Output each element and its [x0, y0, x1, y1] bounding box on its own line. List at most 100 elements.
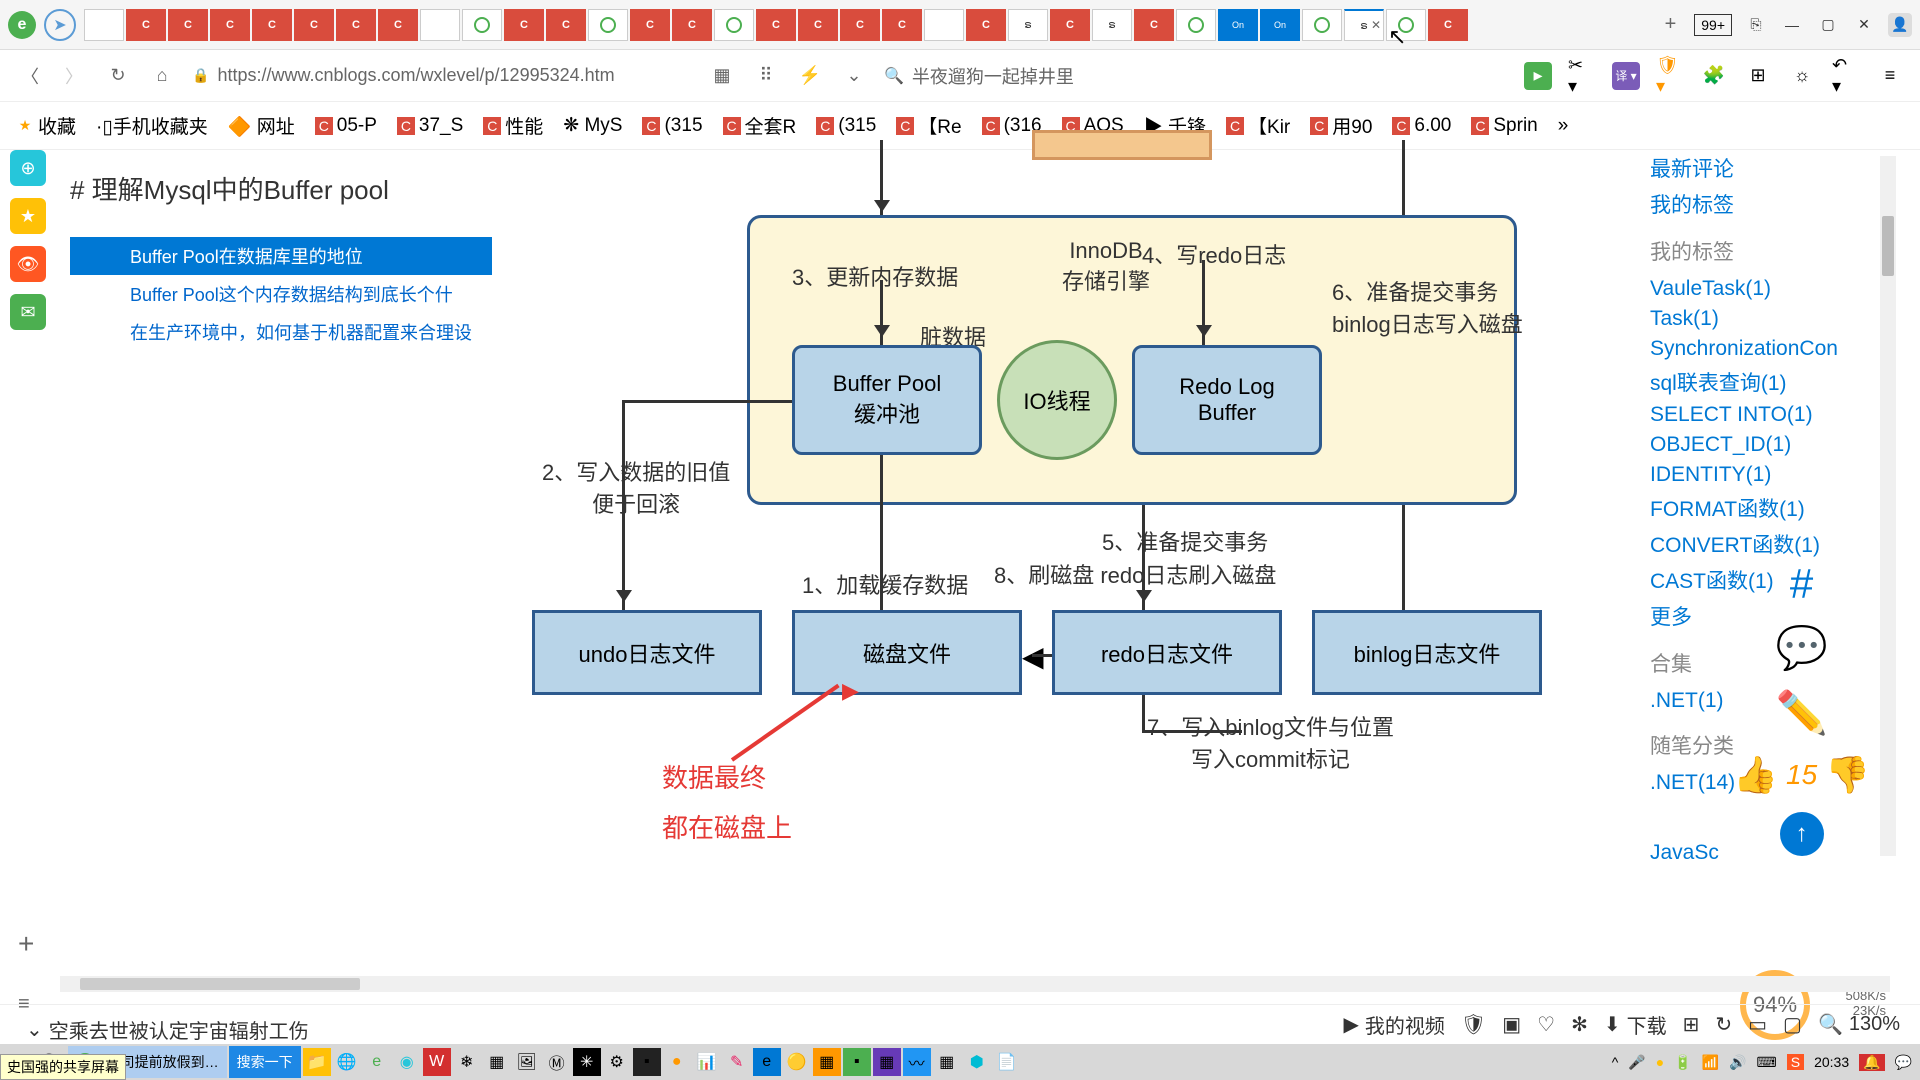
bookmark-item[interactable]: C【Re	[888, 108, 969, 143]
taskbar-app-17[interactable]: 🟡	[783, 1048, 811, 1076]
reload-button[interactable]: ↻	[104, 62, 132, 90]
maximize-button[interactable]: ▢	[1816, 13, 1840, 37]
tray-icon-1[interactable]: ●	[1656, 1054, 1664, 1070]
taskbar-app-4[interactable]: ◉	[393, 1048, 421, 1076]
close-button[interactable]: ✕	[1852, 13, 1876, 37]
tray-volume-icon[interactable]: 🔊	[1729, 1054, 1746, 1071]
taskbar-app-8[interactable]: 🖼	[513, 1048, 541, 1076]
taskbar-app-13[interactable]: ●	[663, 1048, 691, 1076]
taskbar-app-12[interactable]: ▪	[633, 1048, 661, 1076]
browser-tab[interactable]	[714, 9, 754, 41]
browser-tab[interactable]: C	[1428, 9, 1468, 41]
taskbar-search-button[interactable]: 搜索一下	[229, 1046, 301, 1078]
bookmarks-overflow[interactable]: »	[1550, 111, 1577, 141]
status-icon-6[interactable]: ↻	[1715, 1012, 1732, 1037]
browser-tab[interactable]: C	[546, 9, 586, 41]
vertical-scrollbar[interactable]	[1880, 156, 1896, 856]
browser-tab[interactable]: C	[966, 9, 1006, 41]
bookmark-item[interactable]: C37_S	[389, 111, 471, 141]
sidebar-link[interactable]: VauleTask(1)	[1650, 274, 1910, 304]
browser-tab[interactable]	[84, 9, 124, 41]
browser-tab[interactable]	[462, 9, 502, 41]
browser-tab[interactable]: C	[504, 9, 544, 41]
taskbar-app-18[interactable]: ▦	[813, 1048, 841, 1076]
bookmark-item[interactable]: ·▯手机收藏夹	[88, 108, 216, 143]
taskbar-app-20[interactable]: ▦	[873, 1048, 901, 1076]
sidebar-icon-weibo[interactable]: 👁	[10, 246, 46, 282]
bookmark-item[interactable]: C全套R	[715, 108, 805, 143]
minimize-button[interactable]: —	[1780, 13, 1804, 37]
bookmark-item[interactable]: C6.00	[1384, 111, 1459, 141]
browser-tab[interactable]: C	[252, 9, 292, 41]
status-icon-5[interactable]: ⊞	[1683, 1012, 1700, 1037]
thumbs-down-icon[interactable]: 👎	[1825, 754, 1870, 796]
sidebar-icon-2[interactable]: ★	[10, 198, 46, 234]
browser-tab[interactable]	[420, 9, 460, 41]
status-icon-1[interactable]: 🛡	[1461, 1012, 1486, 1037]
sidebar-link[interactable]: IDENTITY(1)	[1650, 460, 1910, 490]
taskbar-app-1[interactable]: 📁	[303, 1048, 331, 1076]
sidebar-icon-mail[interactable]: ✉	[10, 294, 46, 330]
scroll-top-button[interactable]: ↑	[1780, 812, 1824, 856]
taskbar-app-24[interactable]: 📄	[993, 1048, 1021, 1076]
bookmark-item[interactable]: C05-P	[307, 111, 385, 141]
tray-sogou-icon[interactable]: S	[1787, 1054, 1804, 1070]
bookmark-item[interactable]: ❋ MyS	[555, 110, 630, 141]
sidebar-link[interactable]: 我的标签	[1650, 186, 1910, 222]
pin-icon[interactable]: ⎘	[1744, 13, 1768, 37]
translate-icon[interactable]: 译 ▾	[1612, 62, 1640, 90]
browser-tab[interactable]	[588, 9, 628, 41]
outline-item[interactable]: 在生产环境中，如何基于机器配置来合理设	[70, 313, 492, 351]
browser-tab[interactable]: C	[1050, 9, 1090, 41]
browser-tab[interactable]	[1386, 9, 1426, 41]
my-video-button[interactable]: ▶我的视频	[1343, 1010, 1444, 1039]
download-button[interactable]: ⬇下载	[1604, 1010, 1667, 1039]
tray-action-center-icon[interactable]: 💬	[1895, 1054, 1912, 1071]
outline-item[interactable]: Buffer Pool在数据库里的地位	[70, 237, 492, 275]
taskbar-app-2[interactable]: 🌐	[333, 1048, 361, 1076]
bookmark-item[interactable]: CSprin	[1463, 111, 1545, 141]
tray-clock[interactable]: 20:33	[1814, 1054, 1849, 1070]
zoom-level[interactable]: 🔍130%	[1818, 1012, 1900, 1037]
browser-tab[interactable]: C	[798, 9, 838, 41]
tray-notification-icon[interactable]: 🔔	[1859, 1054, 1884, 1071]
status-icon-4[interactable]: ✻	[1571, 1012, 1588, 1037]
taskbar-app-16[interactable]: e	[753, 1048, 781, 1076]
sidebar-link[interactable]: SynchronizationCon	[1650, 334, 1910, 364]
taskbar-app-10[interactable]: ✳	[573, 1048, 601, 1076]
chevron-down-icon[interactable]: ⌄	[840, 62, 868, 90]
taskbar-app-21[interactable]: 〰	[903, 1048, 931, 1076]
taskbar-app-3[interactable]: e	[363, 1048, 391, 1076]
tray-chevron-icon[interactable]: ^	[1612, 1054, 1619, 1070]
taskbar-app-15[interactable]: ✎	[723, 1048, 751, 1076]
browser-tab[interactable]: C	[882, 9, 922, 41]
puzzle-icon[interactable]: 🧩	[1700, 62, 1728, 90]
browser-tab[interactable]: C	[126, 9, 166, 41]
sidebar-link[interactable]: Task(1)	[1650, 304, 1910, 334]
notification-badge[interactable]: 99+	[1694, 14, 1732, 36]
browser-tab[interactable]: C	[336, 9, 376, 41]
browser-tab[interactable]: ຣ	[1092, 9, 1132, 41]
reader-icon[interactable]: ▦	[708, 62, 736, 90]
sidebar-link[interactable]: OBJECT_ID(1)	[1650, 430, 1910, 460]
browser-tab[interactable]	[1302, 9, 1342, 41]
sidebar-link[interactable]: SELECT INTO(1)	[1650, 400, 1910, 430]
browser-tab[interactable]: C	[1134, 9, 1174, 41]
status-icon-8[interactable]: ▢	[1783, 1012, 1802, 1037]
bookmark-item[interactable]: ★收藏	[8, 108, 84, 143]
browser-tab[interactable]: C	[630, 9, 670, 41]
flash-icon[interactable]: ⚡	[796, 62, 824, 90]
browser-tab[interactable]: C	[672, 9, 712, 41]
taskbar-app-6[interactable]: ❄	[453, 1048, 481, 1076]
browser-tab[interactable]: ຣ	[1008, 9, 1048, 41]
tray-mic-icon[interactable]: 🎤	[1628, 1054, 1645, 1071]
bookmark-item[interactable]: 🔶 网址	[220, 108, 303, 143]
taskbar-app-23[interactable]: ⬢	[963, 1048, 991, 1076]
scissors-icon[interactable]: ✂ ▾	[1568, 62, 1596, 90]
tray-battery-icon[interactable]: 🔋	[1674, 1054, 1691, 1071]
bookmark-item[interactable]: C用90	[1302, 108, 1380, 143]
browser-tab[interactable]: On	[1218, 9, 1258, 41]
sidebar-link[interactable]: CONVERT函数(1)	[1650, 526, 1910, 562]
hash-icon[interactable]: #	[1790, 560, 1813, 608]
browser-tab[interactable]: C	[756, 9, 796, 41]
